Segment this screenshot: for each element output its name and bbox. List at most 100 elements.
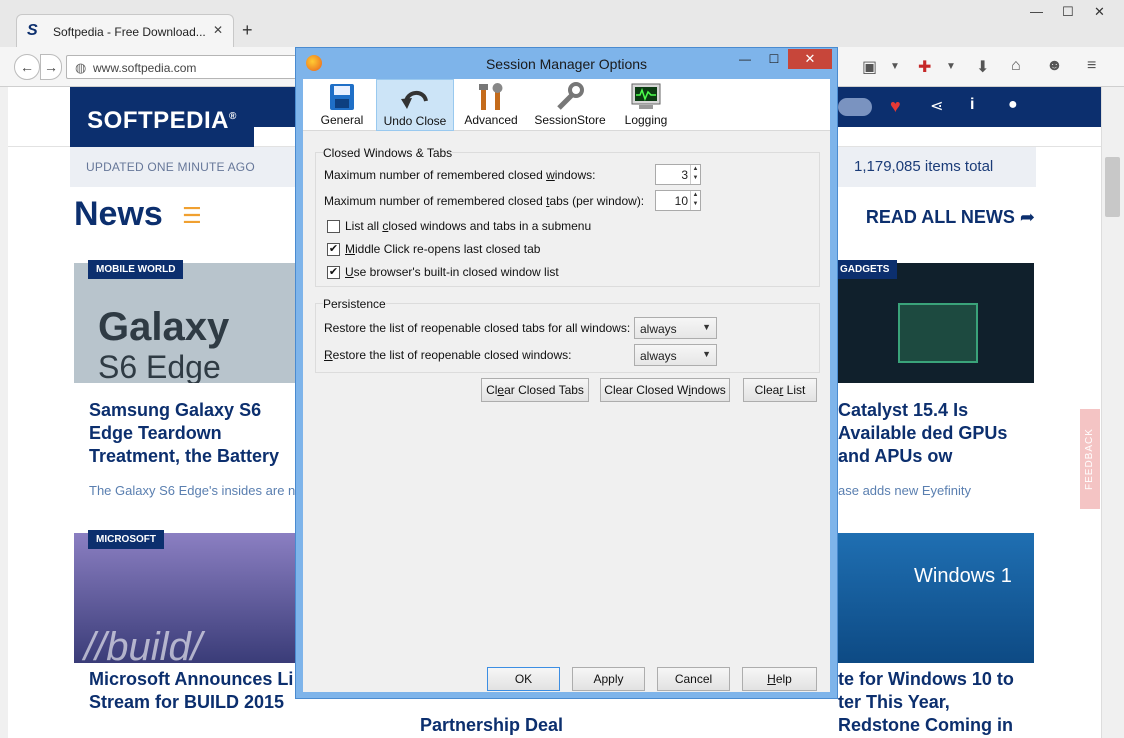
dialog-close-button[interactable]: ✕ — [788, 49, 832, 69]
max-tabs-value: 10 — [674, 194, 688, 208]
restore-windows-value: always — [640, 349, 677, 363]
help-button[interactable]: Help — [742, 667, 817, 691]
close-tab-icon[interactable]: ✕ — [213, 23, 223, 37]
dialog-body: General Undo Close Advanced SessionStore… — [303, 79, 830, 692]
dialog-minimize-button[interactable]: — — [731, 52, 759, 72]
back-button[interactable]: ← — [14, 54, 40, 80]
download-icon[interactable]: ⬇ — [976, 57, 989, 77]
submenu-checkbox-label[interactable]: List all closed windows and tabs in a su… — [345, 219, 591, 233]
undo-arrow-icon — [401, 91, 428, 109]
heart-icon[interactable]: ♥ — [890, 96, 901, 117]
browser-tab[interactable]: S Softpedia - Free Download... ✕ — [16, 14, 234, 47]
home-icon[interactable]: ⌂ — [1011, 57, 1021, 75]
restore-tabs-select[interactable]: always ▼ — [634, 317, 717, 339]
registered-mark: ® — [228, 111, 237, 122]
back-arrow-icon: ← — [20, 59, 34, 75]
info-icon[interactable]: i — [970, 96, 974, 114]
forward-button[interactable]: → — [40, 54, 62, 80]
card-image-gadgets[interactable] — [838, 263, 1034, 383]
card-headline-4[interactable]: te for Windows 10 to ter This Year, Reds… — [838, 668, 1034, 738]
tab-general-label: General — [320, 113, 364, 127]
scrollbar-thumb[interactable] — [1105, 157, 1120, 217]
dropdown-arrow-icon[interactable]: ▼ — [890, 61, 900, 72]
tab-logging-label: Logging — [624, 113, 668, 127]
category-badge-microsoft[interactable]: MICROSOFT — [88, 530, 164, 549]
clear-list-button[interactable]: Clear List — [743, 378, 817, 402]
image-text-galaxy: Galaxy — [98, 305, 230, 349]
restore-windows-label: Restore the list of reopenable closed wi… — [324, 348, 572, 362]
forward-arrow-icon: → — [44, 59, 58, 75]
restore-windows-select[interactable]: always ▼ — [634, 344, 717, 366]
dialog-titlebar[interactable]: Session Manager Options — ☐ ✕ — [296, 48, 837, 79]
amd-chip-graphic — [898, 303, 978, 363]
clear-closed-windows-button[interactable]: Clear Closed Windows — [600, 378, 730, 402]
cancel-button[interactable]: Cancel — [657, 667, 730, 691]
spinner-arrows-icon-2[interactable]: ▲ ▼ — [690, 191, 700, 210]
max-tabs-spinner[interactable]: 10 ▲ ▼ — [655, 190, 701, 211]
clear-closed-tabs-button[interactable]: Clear Closed Tabs — [481, 378, 589, 402]
max-windows-label: Maximum number of remembered closed wind… — [324, 168, 596, 182]
share-icon[interactable]: ⋖ — [930, 96, 943, 116]
ok-button[interactable]: OK — [487, 667, 560, 691]
news-heading: News — [74, 195, 163, 233]
card-image-microsoft[interactable]: //build/ — [74, 533, 296, 663]
max-windows-spinner[interactable]: 3 ▲ ▼ — [655, 164, 701, 185]
dropdown-arrow-icon-2[interactable]: ▼ — [946, 61, 956, 72]
rss-icon[interactable]: ☰ — [182, 203, 202, 229]
middle-click-checkbox-label[interactable]: Middle Click re-opens last closed tab — [345, 242, 540, 256]
floppy-disk-icon — [330, 84, 354, 110]
monitor-log-icon — [631, 83, 661, 109]
persistence-group — [315, 303, 820, 373]
builtin-list-checkbox[interactable]: ✔ — [327, 266, 340, 279]
read-all-news-link[interactable]: READ ALL NEWS ➦ — [866, 207, 1035, 228]
toggle-switch[interactable] — [838, 98, 872, 116]
softpedia-favicon-icon: S — [27, 22, 38, 39]
new-tab-button[interactable]: + — [242, 20, 253, 41]
tab-sessionstore[interactable]: SessionStore — [529, 79, 611, 131]
card-headline-partial[interactable]: Partnership Deal — [420, 714, 600, 738]
tab-advanced[interactable]: Advanced — [455, 79, 527, 131]
softpedia-logo[interactable]: SOFTPEDIA® — [70, 87, 254, 147]
apply-button[interactable]: Apply — [572, 667, 645, 691]
addon-cross-icon[interactable]: ✚ — [918, 57, 931, 77]
maximize-window-button[interactable]: ☐ — [1062, 4, 1074, 20]
tab-title: Softpedia - Free Download... — [53, 25, 206, 39]
minimize-window-button[interactable]: — — [1030, 4, 1043, 19]
max-tabs-label: Maximum number of remembered closed tabs… — [324, 194, 645, 208]
max-windows-value: 3 — [681, 168, 688, 182]
card-headline[interactable]: Samsung Galaxy S6 Edge Teardown Treatmen… — [89, 399, 296, 469]
user-icon[interactable]: ● — [1008, 96, 1018, 114]
feedback-tab[interactable]: FEEDBACK — [1080, 409, 1100, 509]
submenu-checkbox[interactable] — [327, 220, 340, 233]
chat-icon[interactable]: ☻ — [1046, 57, 1063, 75]
close-window-button[interactable]: ✕ — [1094, 4, 1105, 20]
tab-undo-close[interactable]: Undo Close — [376, 79, 454, 131]
url-bar[interactable]: ◍ www.softpedia.com — [66, 55, 306, 79]
card-summary-2: ase adds new Eyefinity — [838, 483, 971, 498]
dialog-maximize-button[interactable]: ☐ — [761, 52, 787, 72]
tab-general[interactable]: General — [307, 79, 377, 131]
tab-undo-close-label: Undo Close — [383, 114, 447, 128]
page-scrollbar[interactable] — [1101, 87, 1124, 738]
image-text-build: //build/ — [84, 625, 202, 663]
category-badge-gadgets[interactable]: GADGETS — [838, 260, 898, 279]
card-headline-3[interactable]: Microsoft Announces Li Stream for BUILD … — [89, 668, 296, 716]
tab-logging[interactable]: Logging — [611, 79, 681, 131]
options-toolbar: General Undo Close Advanced SessionStore… — [303, 79, 830, 131]
session-manager-dialog: Session Manager Options — ☐ ✕ General Un… — [295, 47, 838, 699]
card-headline-2[interactable]: Catalyst 15.4 Is Available ded GPUs and … — [838, 399, 1034, 469]
card-image-windows[interactable]: Windows 1 — [838, 533, 1034, 663]
image-text-windows: Windows 1 — [914, 565, 1012, 587]
tab-sessionstore-label: SessionStore — [534, 113, 606, 127]
card-image-mobile[interactable]: Galaxy S6 Edge — [74, 263, 296, 383]
middle-click-checkbox[interactable]: ✔ — [327, 243, 340, 256]
menu-icon[interactable]: ≡ — [1087, 57, 1096, 75]
category-badge[interactable]: MOBILE WORLD — [88, 260, 184, 279]
items-total: 1,179,085 items total — [854, 158, 994, 175]
chevron-down-icon-2: ▼ — [702, 349, 711, 359]
chevron-down-icon: ▼ — [702, 322, 711, 332]
builtin-list-checkbox-label[interactable]: Use browser's built-in closed window lis… — [345, 265, 559, 279]
image-text-s6edge: S6 Edge — [98, 349, 221, 383]
save-disk-icon[interactable]: ▣ — [862, 57, 877, 77]
spinner-arrows-icon[interactable]: ▲ ▼ — [690, 165, 700, 184]
